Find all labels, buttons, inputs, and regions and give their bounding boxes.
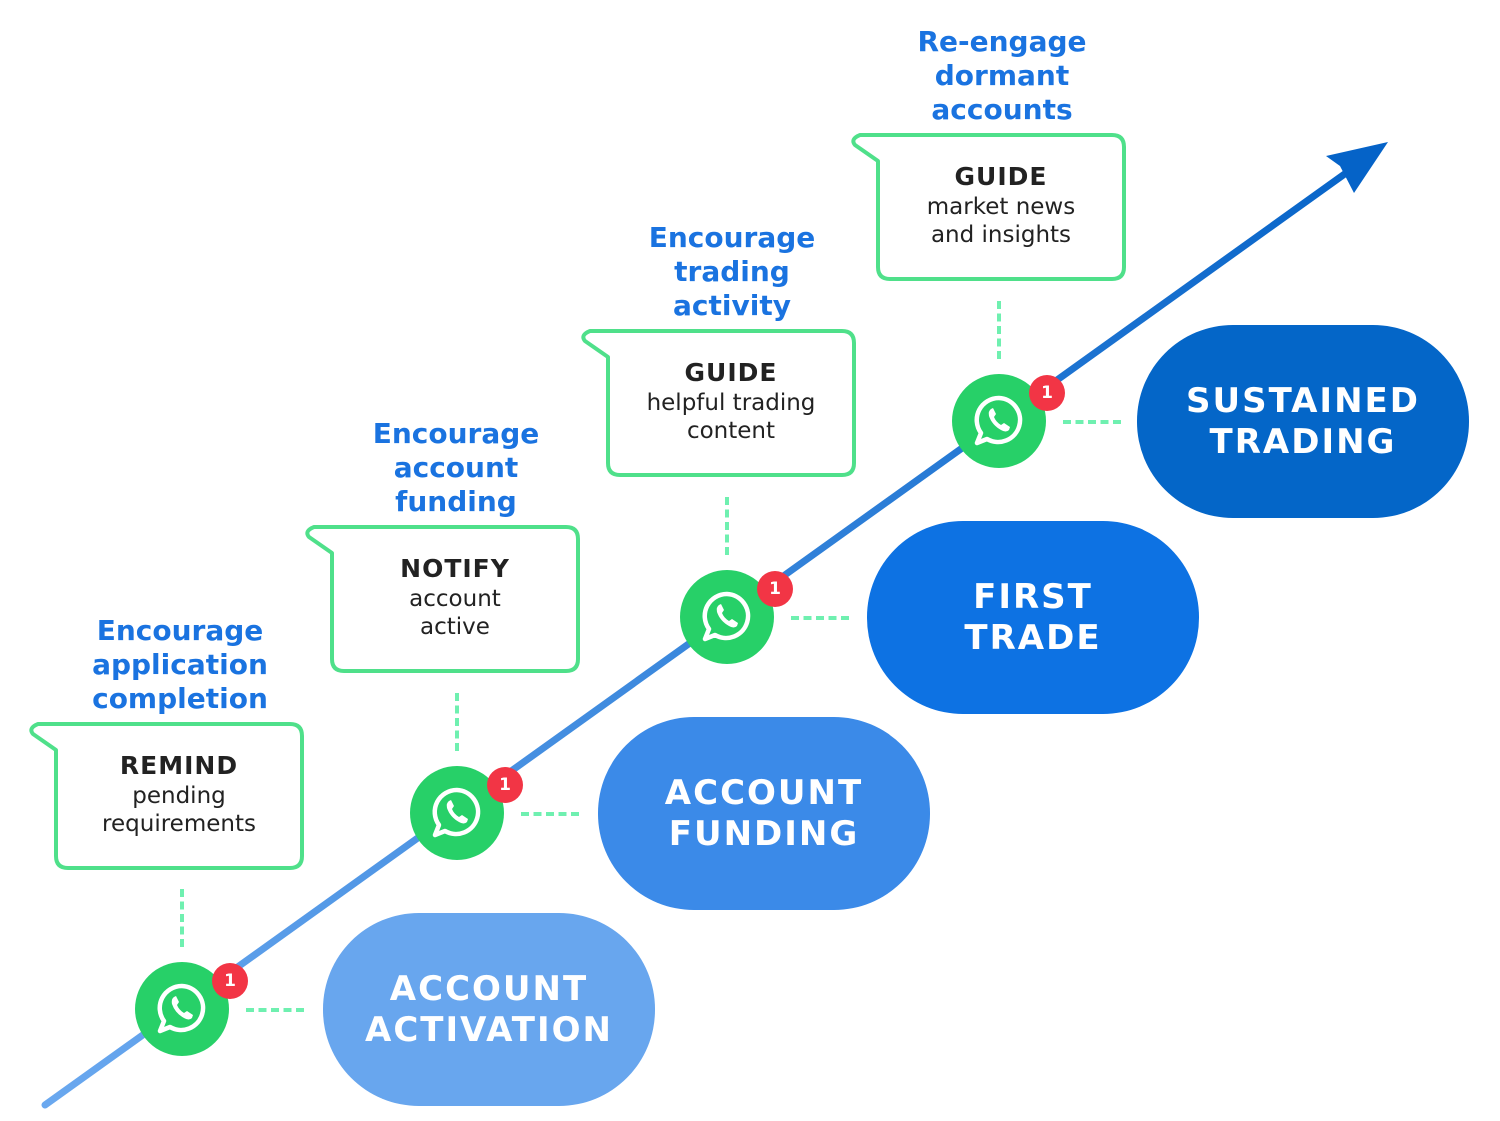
message-bubble: GUIDE helpful trading content [580,327,860,483]
step-goal: Encourage trading activity [622,221,842,323]
goal-line: completion [92,682,268,715]
horizontal-connector [521,812,579,816]
goal-line: Re-engage [917,25,1087,58]
goal-line: Encourage [372,417,540,450]
goal-line: activity [673,289,791,322]
message-action: GUIDE [684,358,778,387]
vertical-connector [725,497,729,555]
progress-arrow [41,142,1388,1109]
message-detail: helpful trading [646,390,816,416]
goal-line: account [393,451,519,484]
journey-stage: ACCOUNT ACTIVATION [323,913,655,1106]
horizontal-connector [791,616,849,620]
stage-label-line: FUNDING [668,813,860,854]
horizontal-connector [1063,420,1121,424]
journey-stage: ACCOUNT FUNDING [598,717,930,910]
vertical-connector [180,889,184,947]
message-detail: active [420,614,490,640]
message-action: REMIND [119,751,239,780]
notification-badge: 1 [757,571,793,607]
message-bubble: GUIDE market news and insights [850,131,1130,287]
stage-label-line: SUSTAINED [1185,380,1420,421]
message-detail: market news [926,194,1076,220]
goal-line: application [92,648,268,681]
message-action: NOTIFY [400,554,510,583]
goal-line: funding [395,485,517,518]
goal-line: Encourage [648,221,816,254]
message-detail: pending [132,783,226,809]
step-goal: Encourage account funding [346,417,566,519]
journey-stage: SUSTAINED TRADING [1137,325,1469,518]
goal-line: trading [674,255,790,288]
stage-label-line: TRADE [964,617,1102,658]
step-goal: Encourage application completion [70,614,290,716]
goal-line: dormant [934,59,1070,92]
message-detail: and insights [930,222,1072,248]
goal-line: Encourage [96,614,264,647]
step-goal: Re-engage dormant accounts [892,25,1112,127]
arrow-head [1326,142,1388,193]
notification-badge: 1 [1029,375,1065,411]
message-bubble: REMIND pending requirements [28,720,308,876]
customer-journey-diagram: Encourage application completion REMIND … [0,0,1500,1121]
journey-stage: FIRST TRADE [867,521,1199,714]
vertical-connector [997,301,1001,359]
notification-badge: 1 [487,767,523,803]
vertical-connector [455,693,459,751]
horizontal-connector [246,1008,304,1012]
stage-label-line: TRADING [1209,421,1397,462]
stage-label-line: FIRST [973,576,1093,617]
stage-label-line: ACCOUNT [389,968,589,1009]
notification-badge: 1 [212,963,248,999]
message-action: GUIDE [954,162,1048,191]
message-detail: account [409,586,501,612]
message-bubble: NOTIFY account active [304,523,584,679]
stage-label-line: ACTIVATION [365,1009,613,1050]
message-detail: requirements [102,811,256,837]
goal-line: accounts [931,93,1073,126]
message-detail: content [686,418,776,444]
stage-label-line: ACCOUNT [664,772,864,813]
